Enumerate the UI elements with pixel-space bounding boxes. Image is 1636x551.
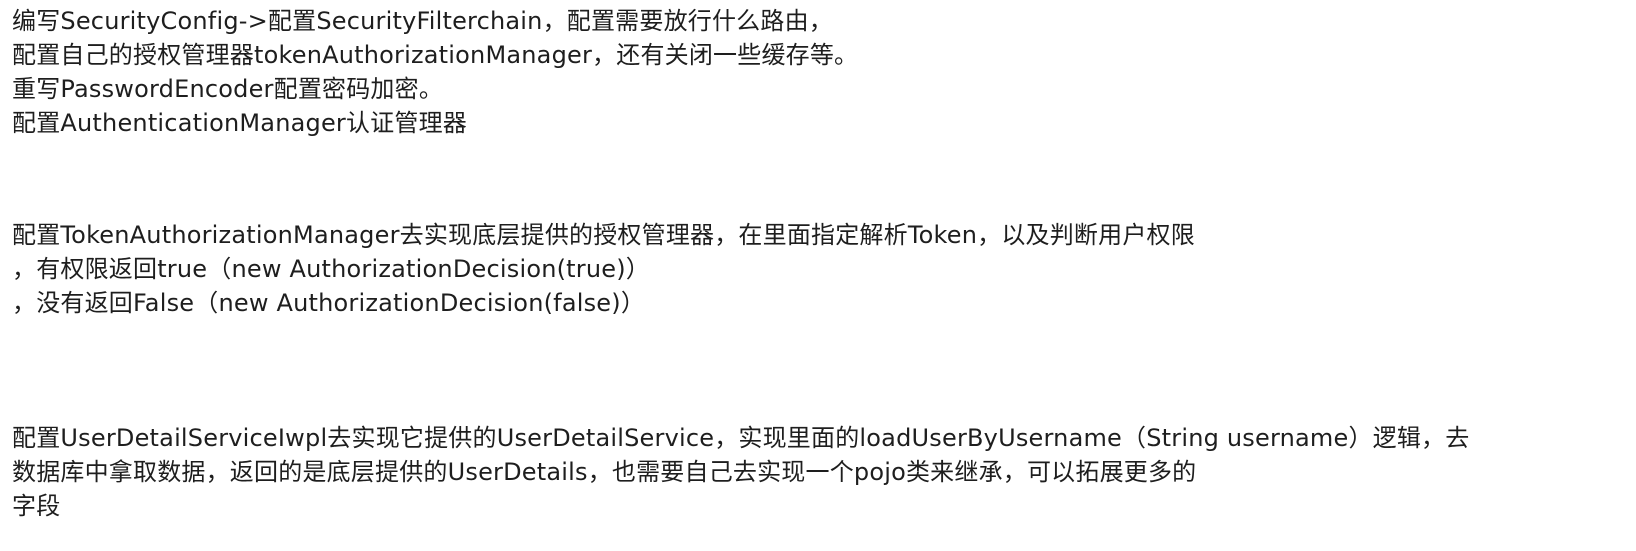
- text-line: 配置TokenAuthorizationManager去实现底层提供的授权管理器…: [12, 221, 1195, 249]
- text-line: 配置AuthenticationManager认证管理器: [12, 109, 467, 137]
- canvas: 编写SecurityConfig->配置SecurityFilterchain，…: [0, 0, 1636, 551]
- text-line: 重写PasswordEncoder配置密码加密。: [12, 75, 444, 103]
- user-detail-service-notes: 配置UserDetailServiceIwpl去实现它提供的UserDetail…: [12, 421, 1469, 523]
- security-config-notes: 编写SecurityConfig->配置SecurityFilterchain，…: [12, 4, 858, 140]
- text-line: ，没有返回False（new AuthorizationDecision(fal…: [12, 289, 646, 317]
- text-line: 配置自己的授权管理器tokenAuthorizationManager，还有关闭…: [12, 41, 859, 69]
- text-line: 编写SecurityConfig->配置SecurityFilterchain，…: [12, 7, 833, 35]
- text-line: 数据库中拿取数据，返回的是底层提供的UserDetails，也需要自己去实现一个…: [12, 458, 1197, 486]
- authorization-manager-notes: 配置TokenAuthorizationManager去实现底层提供的授权管理器…: [12, 218, 1195, 320]
- text-line: 配置UserDetailServiceIwpl去实现它提供的UserDetail…: [12, 424, 1470, 452]
- text-line: 字段: [12, 492, 61, 520]
- text-line: ，有权限返回true（new AuthorizationDecision(tru…: [12, 255, 650, 283]
